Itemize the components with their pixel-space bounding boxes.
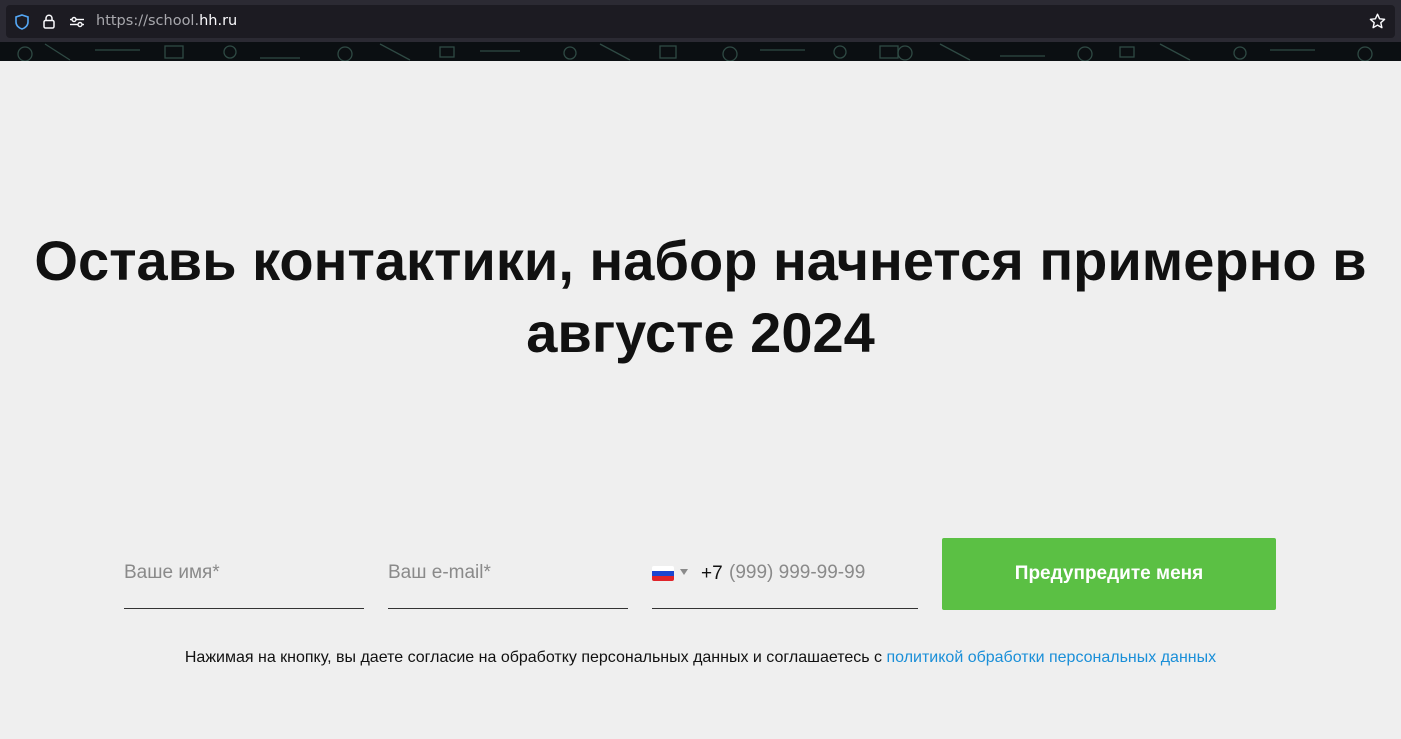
privacy-policy-link[interactable]: политикой обработки персональных данных: [886, 649, 1216, 666]
phone-field-wrapper: +7: [652, 538, 918, 609]
url-domain: hh.ru: [199, 13, 238, 29]
browser-toolbar: https://school.hh.ru: [0, 0, 1401, 44]
decorative-header-pattern: [0, 42, 1401, 61]
name-field-wrapper: [124, 538, 364, 609]
phone-input[interactable]: [729, 538, 909, 608]
consent-text: Нажимая на кнопку, вы даете согласие на …: [184, 649, 883, 666]
shield-icon[interactable]: [14, 5, 30, 38]
notify-me-button[interactable]: Предупредите меня: [942, 538, 1276, 610]
page-title: Оставь контактики, набор начнется пример…: [0, 225, 1401, 369]
title-line-1: Оставь контактики, набор начнется пример…: [34, 229, 1367, 292]
bookmark-star-icon[interactable]: [1368, 5, 1386, 38]
gear-pattern-icon: [17, 43, 1373, 61]
russia-flag-icon[interactable]: [652, 566, 674, 581]
url-text[interactable]: https://school.hh.ru: [96, 5, 237, 38]
address-bar[interactable]: https://school.hh.ru: [6, 5, 1395, 38]
consent-notice: Нажимая на кнопку, вы даете согласие на …: [0, 649, 1401, 667]
email-field-wrapper: [388, 538, 628, 609]
title-line-2: августе 2024: [526, 301, 875, 364]
name-input[interactable]: [124, 538, 364, 608]
signup-section: Оставь контактики, набор начнется пример…: [0, 61, 1401, 739]
permissions-icon[interactable]: [69, 5, 85, 38]
lock-icon[interactable]: [42, 5, 56, 38]
phone-country-code: +7: [701, 563, 723, 584]
email-input[interactable]: [388, 538, 628, 608]
url-prefix: https://school.: [96, 13, 200, 29]
chevron-down-icon[interactable]: [680, 569, 688, 575]
